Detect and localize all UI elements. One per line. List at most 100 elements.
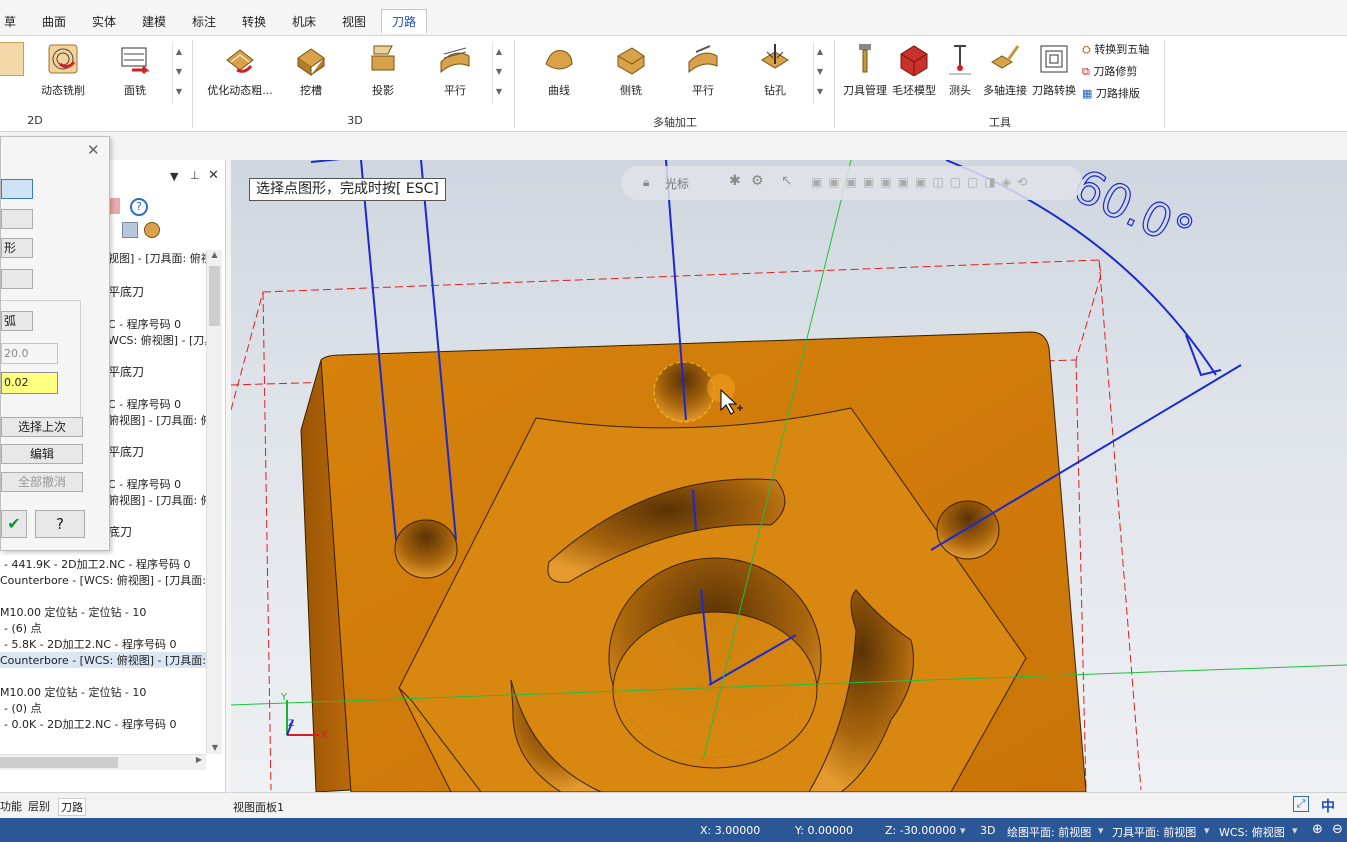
tree-item[interactable]: - 0.0K - 2D加工2.NC - 程序号码 0 — [4, 716, 176, 732]
ribbon-3d-scroller[interactable]: ▲ ▼ ▼ — [492, 42, 505, 104]
dropdown-icon[interactable]: ▾ — [1204, 824, 1210, 837]
tab-toolpaths-panel[interactable]: 刀路 — [58, 798, 86, 816]
tab-view[interactable]: 视图 — [335, 10, 373, 34]
quick-selection-bar[interactable]: 🔒︎ 光标 ✱ ⚙ ↖ ▣▣▣▣▣▣▣◫▢▢◨◈⟲ — [621, 166, 1083, 200]
view-toggle-icon[interactable]: ⤢ — [1293, 796, 1309, 812]
tab-toolpaths[interactable]: 刀路 — [381, 9, 427, 33]
ribbon-btn-parallel-3d[interactable]: 平行 — [434, 42, 476, 98]
tab-sketch[interactable]: 草图 — [0, 10, 20, 53]
graphics-viewport[interactable]: 60.0° Y X Z 选择点图形，完成时按[ ESC] 🔒︎ 光标 ✱ ⚙ ↖… — [231, 160, 1347, 792]
tree-item[interactable]: 平底刀 — [108, 443, 144, 460]
settings-icon[interactable]: ⊖ — [1332, 822, 1343, 837]
tree-item[interactable]: C - 程序号码 0 — [108, 316, 181, 332]
horizontal-scrollbar[interactable]: ▶ — [0, 754, 206, 770]
ribbon-btn-contour-partial[interactable] — [0, 42, 24, 82]
dialog-field-tolerance[interactable]: 0.02 — [1, 372, 58, 394]
ribbon-btn-curve[interactable]: 曲线 — [538, 42, 580, 98]
ribbon-btn-drill[interactable]: 钻孔 — [754, 42, 796, 98]
svg-text:Z: Z — [288, 719, 294, 729]
tab-annotate[interactable]: 标注 — [185, 10, 223, 34]
ribbon-multi-scroller[interactable]: ▲ ▼ ▼ — [813, 42, 826, 104]
dialog-option-1[interactable] — [1, 179, 33, 199]
ribbon-btn-convert-5axis[interactable]: ⛭ 转换到五轴 — [1082, 40, 1149, 60]
verify-icon[interactable] — [122, 222, 138, 238]
tree-item[interactable]: 俯视图] - [刀具面: 俯 — [108, 492, 206, 508]
tree-item[interactable]: - (6) 点 — [4, 620, 42, 636]
wcs[interactable]: WCS: 俯视图 — [1219, 824, 1285, 840]
ribbon-btn-dynamic-mill[interactable]: 动态铣削 — [36, 42, 90, 98]
view-mode[interactable]: 3D — [980, 824, 995, 837]
tree-item[interactable]: WCS: 俯视图] - [刀具 — [108, 332, 206, 348]
ribbon-btn-face-mill[interactable]: 面铣 — [108, 42, 162, 98]
ribbon-btn-swarf[interactable]: 侧铣 — [608, 42, 654, 98]
help-icon[interactable]: ? — [130, 198, 148, 216]
tab-machine[interactable]: 机床 — [285, 10, 323, 34]
ribbon-2d-scroller[interactable]: ▲ ▼ ▼ — [172, 42, 185, 104]
globe-icon[interactable]: ⊕ — [1312, 822, 1323, 837]
help-question-icon[interactable]: ? — [35, 510, 85, 538]
simulate-icon[interactable] — [144, 222, 160, 238]
tree-item[interactable]: M10.00 定位钻 - 定位钻 - 10 — [0, 684, 146, 700]
tree-item-selected[interactable]: Counterbore - [WCS: 俯视图] - [刀具面: 前 — [0, 652, 206, 668]
ribbon-btn-parallel-multi[interactable]: 平行 — [682, 42, 724, 98]
panel-menu-icon[interactable]: ▼ — [170, 170, 178, 183]
ribbon-btn-probe[interactable]: 测头 — [942, 42, 978, 98]
pin-icon[interactable]: ⊥ — [190, 169, 200, 182]
dialog-option-2[interactable] — [1, 209, 33, 229]
tab-surface[interactable]: 曲面 — [35, 10, 73, 34]
ribbon-btn-multiaxis-link[interactable]: 多轴连接 — [980, 42, 1030, 98]
select-last-button[interactable]: 选择上次 — [1, 417, 83, 437]
dialog-close-icon[interactable]: ✕ — [87, 141, 100, 159]
tree-item[interactable]: - 441.9K - 2D加工2.NC - 程序号码 0 — [4, 556, 190, 572]
ribbon-btn-optirough[interactable]: 优化动态粗... — [204, 42, 276, 98]
dropdown-icon[interactable]: ▾ — [1098, 824, 1104, 837]
cancel-all-button[interactable]: 全部撤消 — [1, 472, 83, 492]
tree-item[interactable]: 视图] - [刀具面: 俯视 — [108, 250, 206, 266]
tree-item[interactable]: - (0) 点 — [4, 700, 42, 716]
autocursor-icon[interactable]: ✱ — [729, 173, 741, 189]
ok-check-icon[interactable]: ✔ — [1, 510, 27, 538]
draw-plane[interactable]: 绘图平面: 前视图 — [1007, 824, 1091, 840]
ribbon-btn-nesting[interactable]: ▦ 刀路排版 — [1082, 84, 1140, 104]
tree-item[interactable]: 底刀 — [108, 523, 132, 540]
dialog-arc-button[interactable]: 弧 — [1, 311, 33, 331]
tab-modeling[interactable]: 建模 — [135, 10, 173, 34]
tool-plane[interactable]: 刀具平面: 前视图 — [1112, 824, 1196, 840]
dropdown-icon[interactable]: ▾ — [1292, 824, 1298, 837]
tree-item[interactable]: C - 程序号码 0 — [108, 476, 181, 492]
tab-solid[interactable]: 实体 — [85, 10, 123, 34]
tree-item[interactable]: Counterbore - [WCS: 俯视图] - [刀具面: 俯 — [0, 572, 206, 588]
vertical-scrollbar[interactable]: ▲ ▼ — [206, 250, 222, 754]
tab-transform[interactable]: 转换 — [235, 10, 273, 34]
scrollbar-thumb[interactable] — [209, 266, 220, 326]
ribbon-btn-transform-toolpath[interactable]: 刀路转换 — [1030, 42, 1078, 98]
ribbon-btn-stock-model[interactable]: 毛坯模型 — [890, 42, 938, 98]
tree-item[interactable]: C - 程序号码 0 — [108, 396, 181, 412]
gear-icon[interactable]: ⚙ — [751, 173, 764, 189]
tree-item[interactable]: 平底刀 — [108, 283, 144, 300]
dropdown-icon[interactable]: ▾ — [960, 824, 966, 837]
tree-item[interactable]: - 5.8K - 2D加工2.NC - 程序号码 0 — [4, 636, 176, 652]
select-arrow-icon[interactable]: ↖ — [781, 173, 793, 189]
ribbon-btn-tool-manager[interactable]: 刀具管理 — [840, 42, 890, 98]
ime-indicator[interactable]: 中 — [1321, 796, 1335, 816]
dialog-option-4[interactable] — [1, 269, 33, 289]
dialog-field-1[interactable]: 20.0 — [1, 343, 58, 364]
dialog-shape-button[interactable]: 形 — [1, 238, 33, 258]
ribbon-btn-pocket[interactable]: 挖槽 — [290, 42, 332, 98]
close-icon[interactable]: ✕ — [208, 168, 219, 183]
tab-levels[interactable]: 层别 — [28, 798, 50, 814]
lock-icon[interactable]: 🔒︎ — [643, 175, 649, 190]
tree-item[interactable]: 俯视图] - [刀具面: 俯 — [108, 412, 206, 428]
model-canvas[interactable]: 60.0° Y X Z — [231, 160, 1347, 792]
edit-button[interactable]: 编辑 — [1, 444, 83, 464]
cursor-mode-label[interactable]: 光标 — [665, 175, 689, 192]
tree-item[interactable]: 平底刀 — [108, 363, 144, 380]
tree-item[interactable]: M10.00 定位钻 - 定位钻 - 10 — [0, 604, 146, 620]
ribbon-btn-trim-toolpath[interactable]: ⧉ 刀路修剪 — [1082, 62, 1137, 82]
viewsheet-tab[interactable]: 视图面板1 — [233, 799, 284, 815]
selection-filter-icons[interactable]: ▣▣▣▣▣▣▣◫▢▢◨◈⟲ — [811, 175, 1071, 189]
scrollbar-thumb[interactable] — [0, 757, 118, 768]
tab-functions[interactable]: 功能 — [0, 798, 22, 814]
ribbon-btn-project[interactable]: 投影 — [362, 42, 404, 98]
